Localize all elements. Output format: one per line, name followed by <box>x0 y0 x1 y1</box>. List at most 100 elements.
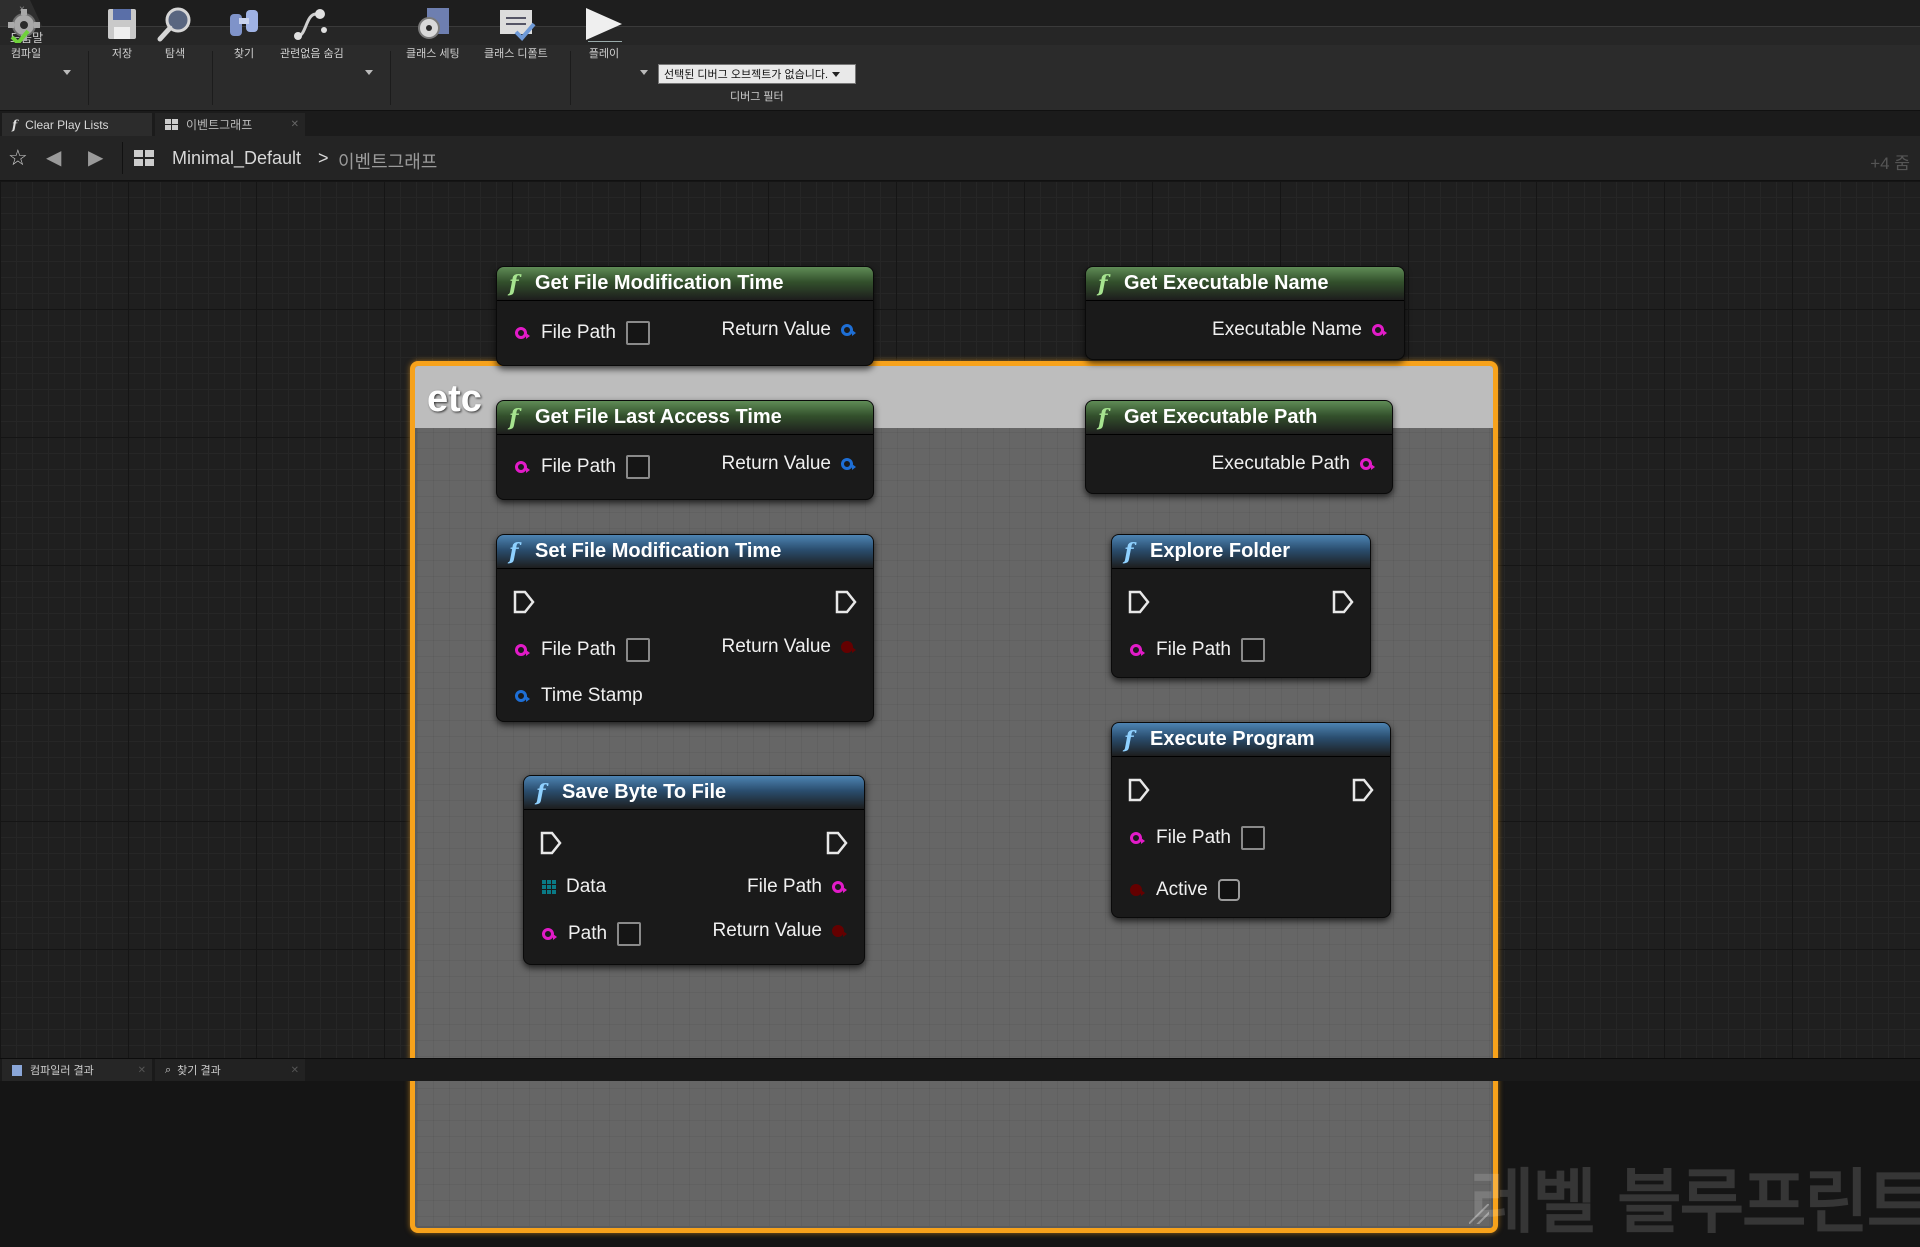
pin-label: Data <box>566 876 607 897</box>
back-arrow-icon[interactable]: ◀ <box>46 145 61 170</box>
node-header[interactable]: f Get Executable Path <box>1086 401 1392 435</box>
pin-return-value[interactable]: Return Value <box>721 449 856 479</box>
exec-out-pin-icon[interactable] <box>826 828 848 858</box>
array-pin-icon[interactable] <box>542 880 556 894</box>
find-button[interactable]: 찾기 <box>222 4 266 62</box>
breadcrumb-root[interactable]: Minimal_Default <box>172 148 301 169</box>
exec-in-pin-icon[interactable] <box>513 587 535 617</box>
save-button[interactable]: 저장 <box>100 4 144 62</box>
string-pin-icon[interactable] <box>1372 324 1387 336</box>
pin-path[interactable]: Path <box>542 919 642 949</box>
class-defaults-button[interactable]: 클래스 디폴트 <box>484 4 548 62</box>
node-set-file-modification-time[interactable]: f Set File Modification Time File Path R… <box>496 534 874 722</box>
pin-file-path[interactable]: File Path <box>1130 635 1265 665</box>
pin-label: File Path <box>1156 639 1231 660</box>
string-pin-icon[interactable] <box>1130 832 1145 844</box>
file-path-input[interactable] <box>625 455 650 479</box>
file-path-input[interactable] <box>1240 826 1265 850</box>
node-get-file-modification-time[interactable]: f Get File Modification Time File Path R… <box>496 266 874 366</box>
node-save-byte-to-file[interactable]: f Save Byte To File Data File Path Path … <box>523 775 865 965</box>
node-get-executable-name[interactable]: f Get Executable Name Executable Name <box>1085 266 1405 360</box>
file-path-input[interactable] <box>625 638 650 662</box>
node-header[interactable]: f Get File Modification Time <box>497 267 873 301</box>
node-explore-folder[interactable]: f Explore Folder File Path <box>1111 534 1371 678</box>
string-pin-icon[interactable] <box>1360 458 1375 470</box>
string-pin-icon[interactable] <box>515 644 530 656</box>
string-pin-icon[interactable] <box>515 327 530 339</box>
pin-file-path[interactable]: File Path <box>1130 823 1265 853</box>
toolbar-separator <box>88 51 89 105</box>
node-header[interactable]: f Set File Modification Time <box>497 535 873 569</box>
exec-in-pin-icon[interactable] <box>1128 587 1150 617</box>
toolbar-separator <box>212 51 213 105</box>
exec-out-pin-icon[interactable] <box>1332 587 1354 617</box>
pin-executable-path[interactable]: Executable Path <box>1212 449 1375 479</box>
node-header[interactable]: f Get File Last Access Time <box>497 401 873 435</box>
node-header[interactable]: f Save Byte To File <box>524 776 864 810</box>
exec-out-pin-icon[interactable] <box>835 587 857 617</box>
pin-time-stamp[interactable]: Time Stamp <box>515 681 643 711</box>
pin-file-path[interactable]: File Path <box>515 318 650 348</box>
close-icon[interactable]: ✕ <box>291 119 299 130</box>
node-get-executable-path[interactable]: f Get Executable Path Executable Path <box>1085 400 1393 494</box>
node-execute-program[interactable]: f Execute Program File Path Active <box>1111 722 1391 918</box>
file-path-input[interactable] <box>1240 638 1265 662</box>
node-header[interactable]: f Get Executable Name <box>1086 267 1404 301</box>
tab-compiler-results[interactable]: 컴파일러 결과 ✕ <box>2 1059 152 1081</box>
bool-pin-icon[interactable] <box>841 641 856 653</box>
bool-pin-icon[interactable] <box>1130 884 1145 896</box>
file-path-input[interactable] <box>625 321 650 345</box>
hide-unrelated-dropdown-icon[interactable] <box>365 70 373 75</box>
debug-object-select[interactable]: 선택된 디버그 오브젝트가 없습니다. <box>658 64 856 84</box>
comment-title: etc <box>427 378 482 420</box>
class-settings-button[interactable]: 클래스 세팅 <box>406 4 460 62</box>
pin-file-path[interactable]: File Path <box>515 635 650 665</box>
function-icon: f <box>509 538 519 565</box>
pin-active[interactable]: Active <box>1130 875 1240 905</box>
pin-return-value[interactable]: Return Value <box>713 916 847 946</box>
pin-label: Time Stamp <box>541 685 643 706</box>
timestamp-pin-icon[interactable] <box>515 690 530 702</box>
float-pin-icon[interactable] <box>841 458 856 470</box>
active-checkbox[interactable] <box>1217 879 1240 901</box>
bool-pin-icon[interactable] <box>832 925 847 937</box>
string-pin-icon[interactable] <box>1130 644 1145 656</box>
star-icon[interactable]: ☆ <box>8 145 28 171</box>
play-dropdown-icon[interactable] <box>640 70 648 75</box>
exec-in-pin-icon[interactable] <box>540 828 562 858</box>
pin-return-value[interactable]: Return Value <box>722 632 856 662</box>
string-pin-icon[interactable] <box>832 881 847 893</box>
tab-event-graph[interactable]: 이벤트그래프 ✕ <box>155 113 305 136</box>
pin-file-path[interactable]: File Path <box>515 452 650 482</box>
play-button[interactable]: 플레이 <box>582 4 626 62</box>
compile-button[interactable]: 컴파일 <box>4 4 48 62</box>
compile-label: 컴파일 <box>10 48 42 60</box>
close-icon[interactable]: ✕ <box>138 1065 146 1076</box>
float-pin-icon[interactable] <box>841 324 856 336</box>
exec-in-pin-icon[interactable] <box>1128 775 1150 805</box>
toolbar-separator <box>570 51 571 105</box>
node-get-file-last-access-time[interactable]: f Get File Last Access Time File Path Re… <box>496 400 874 500</box>
hide-unrelated-button[interactable]: 관련없음 숨김 <box>280 4 344 62</box>
graph-canvas[interactable]: etc f Get File Modification Time File Pa… <box>0 181 1920 1243</box>
gear-icon <box>411 4 455 44</box>
pin-label: Return Value <box>721 453 832 474</box>
pin-data[interactable]: Data <box>542 872 606 902</box>
pin-file-path-out[interactable]: File Path <box>747 872 847 902</box>
browse-button[interactable]: 탐색 <box>153 4 197 62</box>
forward-arrow-icon[interactable]: ▶ <box>88 145 103 170</box>
save-icon <box>100 4 144 44</box>
node-header[interactable]: f Explore Folder <box>1112 535 1370 569</box>
tab-clear-play-lists[interactable]: f Clear Play Lists <box>2 113 152 136</box>
node-header[interactable]: f Execute Program <box>1112 723 1390 757</box>
pin-return-value[interactable]: Return Value <box>722 315 856 345</box>
path-input[interactable] <box>617 922 642 946</box>
exec-out-pin-icon[interactable] <box>1352 775 1374 805</box>
string-pin-icon[interactable] <box>515 461 530 473</box>
string-pin-icon[interactable] <box>542 928 557 940</box>
compile-dropdown-icon[interactable] <box>63 70 71 75</box>
tab-find-results[interactable]: ⌕ 찾기 결과 ✕ <box>155 1059 305 1081</box>
close-icon[interactable]: ✕ <box>291 1065 299 1076</box>
browse-label: 탐색 <box>164 48 186 60</box>
pin-executable-name[interactable]: Executable Name <box>1212 315 1387 345</box>
